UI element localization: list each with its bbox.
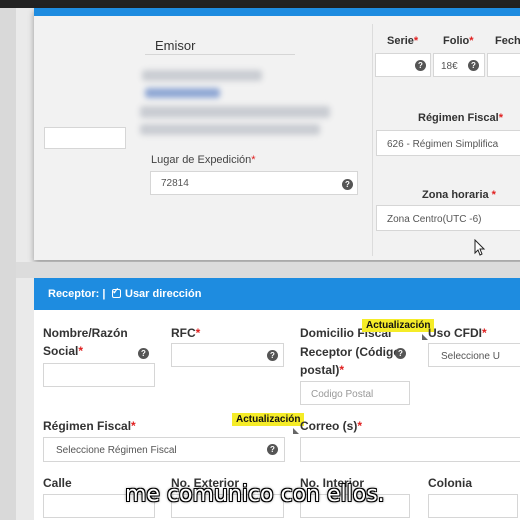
video-subtitle: me comunico con ellos. xyxy=(125,482,385,507)
question-icon[interactable]: ? xyxy=(138,348,149,359)
question-icon[interactable]: ? xyxy=(468,60,479,71)
emisor-title: Emisor xyxy=(155,38,196,53)
lugar-expedicion-label: Lugar de Expedición* xyxy=(151,154,256,166)
zona-horaria-label: Zona horaria * xyxy=(422,189,496,201)
domicilio-label-line2: Receptor (Código xyxy=(300,345,401,359)
usar-direccion-label[interactable]: Usar dirección xyxy=(125,288,201,300)
nombre-input[interactable] xyxy=(43,363,155,387)
zona-horaria-select[interactable]: Zona Centro(UTC -6) xyxy=(376,205,520,231)
serie-input[interactable]: ? xyxy=(375,53,431,77)
regimen-receptor-value: Seleccione Régimen Fiscal xyxy=(56,445,177,456)
redacted-emisor-address-2 xyxy=(140,124,320,135)
regimen-receptor-select[interactable]: Seleccione Régimen Fiscal ? xyxy=(43,437,285,462)
section-gap xyxy=(16,262,520,278)
regimen-emisor-select[interactable]: 626 - Régimen Simplifica xyxy=(376,130,520,156)
question-icon[interactable]: ? xyxy=(395,348,406,359)
actualizacion-tag: Actualización xyxy=(232,413,305,426)
fecha-label: Fech xyxy=(495,35,520,47)
emisor-card-top-border xyxy=(34,8,520,16)
zona-horaria-value: Zona Centro(UTC -6) xyxy=(387,214,482,225)
emisor-divider xyxy=(145,54,295,55)
uso-cfdi-value: Seleccione U xyxy=(441,351,500,362)
nombre-label: Nombre/Razón xyxy=(43,326,128,340)
redacted-emisor-name xyxy=(142,70,262,81)
colonia-input[interactable] xyxy=(428,494,518,518)
uso-cfdi-label: Uso CFDI* xyxy=(428,326,487,340)
redacted-emisor-address xyxy=(140,106,330,118)
check-mark: ✓ xyxy=(112,286,120,296)
calle-label: Calle xyxy=(43,476,72,490)
correo-input[interactable] xyxy=(300,437,520,462)
tag-pointer xyxy=(293,428,299,434)
rfc-label: RFC* xyxy=(171,326,201,340)
uso-cfdi-select[interactable]: Seleccione U xyxy=(428,343,520,367)
lugar-expedicion-input[interactable]: 72814 ? xyxy=(150,171,358,195)
correo-label: Correo (s)* xyxy=(300,419,363,433)
regimen-receptor-label: Régimen Fiscal* xyxy=(43,419,136,433)
question-icon[interactable]: ? xyxy=(342,179,353,190)
question-icon[interactable]: ? xyxy=(267,444,278,455)
column-divider xyxy=(372,24,373,256)
domicilio-label-line3: postal)* xyxy=(300,363,345,377)
receptor-header: Receptor: | ✓ Usar dirección xyxy=(34,278,520,310)
folio-value: 18€ xyxy=(441,61,458,72)
receptor-title: Receptor: | xyxy=(48,288,106,300)
question-icon[interactable]: ? xyxy=(267,350,278,361)
regimen-emisor-value: 626 - Régimen Simplifica xyxy=(387,139,499,150)
question-icon[interactable]: ? xyxy=(415,60,426,71)
lugar-expedicion-value: 72814 xyxy=(161,178,189,189)
codigo-postal-input[interactable]: Codigo Postal xyxy=(300,381,410,405)
emisor-logo-box xyxy=(44,127,126,149)
folio-label: Folio* xyxy=(443,35,474,47)
codigo-postal-placeholder: Codigo Postal xyxy=(311,389,374,400)
folio-input[interactable]: 18€ ? xyxy=(433,53,485,77)
colonia-label: Colonia xyxy=(428,476,472,490)
redacted-emisor-link xyxy=(145,88,220,98)
regimen-emisor-label: Régimen Fiscal* xyxy=(418,112,503,124)
browser-top-bar xyxy=(0,0,520,8)
left-panel-strip xyxy=(0,8,16,520)
actualizacion-tag: Actualización xyxy=(362,319,435,332)
serie-label: Serie* xyxy=(387,35,419,47)
fecha-input[interactable] xyxy=(487,53,520,77)
mouse-cursor-icon xyxy=(474,239,486,256)
rfc-input[interactable]: ? xyxy=(171,343,284,367)
nombre-label-line2: Social* xyxy=(43,344,84,358)
